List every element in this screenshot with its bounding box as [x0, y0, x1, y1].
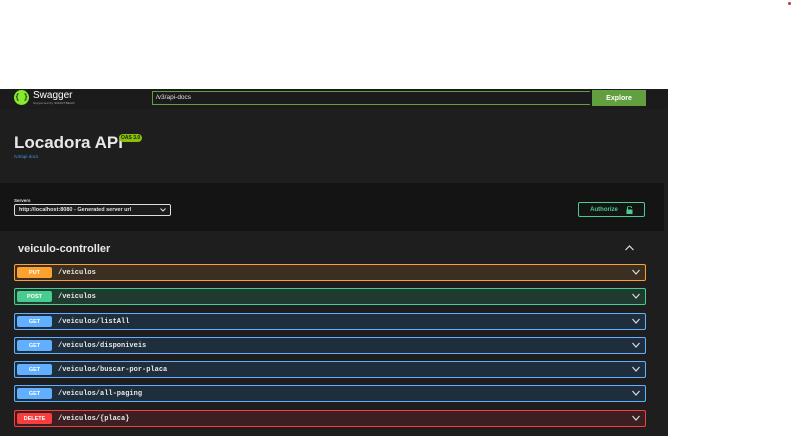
chevron-down-icon[interactable] — [632, 293, 640, 299]
operation-get-listall[interactable]: GET /veiculos/listAll — [14, 313, 646, 330]
explore-button[interactable]: Explore — [592, 90, 646, 106]
method-badge: GET — [17, 364, 52, 375]
authorize-label: Authorize — [590, 206, 618, 213]
operation-get-disponiveis[interactable]: GET /veiculos/disponiveis — [14, 337, 646, 354]
chevron-down-icon[interactable] — [632, 269, 640, 275]
method-badge: GET — [17, 316, 52, 327]
unlock-icon — [626, 205, 633, 214]
operation-path: /veiculos — [58, 292, 96, 301]
swagger-logo[interactable]: { } Swagger Supported by SMARTBEAR — [14, 90, 75, 105]
authorize-button[interactable]: Authorize — [578, 202, 645, 217]
operation-put-veiculos[interactable]: PUT /veiculos — [14, 264, 646, 281]
operation-path: /veiculos/disponiveis — [58, 341, 147, 350]
topbar: { } Swagger Supported by SMARTBEAR /v3/a… — [0, 89, 668, 109]
chevron-down-icon — [160, 208, 166, 212]
chevron-down-icon[interactable] — [632, 390, 640, 396]
chevron-down-icon[interactable] — [632, 415, 640, 421]
operation-path: /veiculos — [58, 268, 96, 277]
operation-post-veiculos[interactable]: POST /veiculos — [14, 288, 646, 305]
operation-path: /veiculos/buscar-por-placa — [58, 365, 168, 374]
operation-path: /veiculos/all-paging — [58, 389, 143, 398]
api-url-input[interactable]: /v3/api-docs — [152, 91, 590, 105]
operation-path: /veiculos/{placa} — [58, 414, 130, 423]
servers-section: Servers http://localhost:8080 - Generate… — [0, 183, 664, 231]
page-title: Locadora API — [14, 133, 123, 152]
operation-delete-placa[interactable]: DELETE /veiculos/{placa} — [14, 410, 646, 427]
logo-name: Swagger — [33, 89, 73, 101]
tag-veiculo-controller[interactable]: veiculo-controller — [18, 243, 110, 255]
swagger-ui: { } Swagger Supported by SMARTBEAR /v3/a… — [0, 89, 668, 436]
method-badge: POST — [17, 291, 52, 302]
method-badge: GET — [17, 388, 52, 399]
chevron-down-icon[interactable] — [632, 318, 640, 324]
chevron-down-icon[interactable] — [632, 342, 640, 348]
operation-get-buscar-por-placa[interactable]: GET /veiculos/buscar-por-placa — [14, 361, 646, 378]
servers-label: Servers — [14, 198, 31, 203]
operation-path: /veiculos/listAll — [58, 317, 130, 326]
operation-get-all-paging[interactable]: GET /veiculos/all-paging — [14, 385, 646, 402]
swagger-logo-icon: { } — [14, 90, 29, 105]
red-dot-mark — [788, 2, 791, 5]
logo-subtitle: Supported by SMARTBEAR — [33, 100, 75, 105]
api-docs-link[interactable]: /v3/api-docs — [14, 154, 38, 159]
method-badge: GET — [17, 340, 52, 351]
oas-version-badge: OAS 3.0 — [119, 134, 143, 142]
server-select-value: http://localhost:8080 - Generated server… — [19, 207, 132, 213]
server-select[interactable]: http://localhost:8080 - Generated server… — [14, 204, 171, 216]
chevron-up-icon[interactable] — [625, 245, 634, 251]
method-badge: PUT — [17, 267, 52, 278]
chevron-down-icon[interactable] — [632, 366, 640, 372]
method-badge: DELETE — [17, 413, 52, 424]
